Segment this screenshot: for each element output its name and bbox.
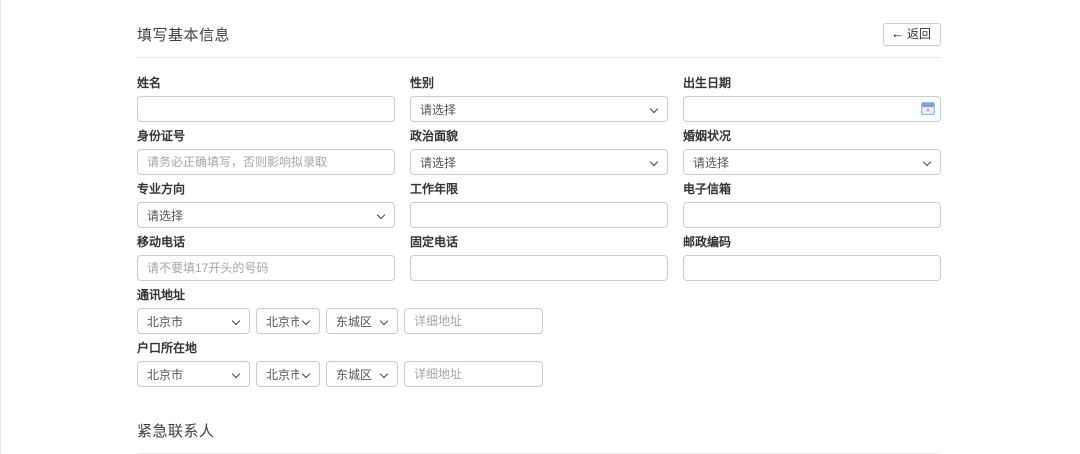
political-status-select[interactable]: 请选择 [410, 149, 668, 175]
postal-code-input[interactable] [683, 255, 941, 281]
chevron-down-icon [923, 158, 931, 166]
id-number-input[interactable] [137, 149, 395, 175]
mailing-detail-input[interactable] [404, 308, 543, 334]
household-city-value: 北京市 [266, 366, 299, 383]
chevron-down-icon [380, 317, 388, 325]
chevron-down-icon [232, 317, 240, 325]
chevron-down-icon [302, 317, 310, 325]
household-district-value: 东城区 [336, 366, 372, 383]
field-postal-code: 邮政编码 [683, 235, 941, 281]
household-detail-input[interactable] [404, 361, 543, 387]
field-mobile: 移动电话 [137, 235, 395, 281]
chevron-down-icon [302, 370, 310, 378]
household-address-label: 户口所在地 [137, 341, 941, 355]
birth-date-input[interactable] [683, 96, 941, 122]
household-province-select[interactable]: 北京市 [137, 361, 250, 387]
field-marital-status: 婚姻状况 请选择 [683, 129, 941, 175]
field-mailing-address: 通讯地址 北京市 北京市 东城区 [137, 288, 941, 334]
back-button[interactable]: ← 返回 [883, 23, 941, 46]
page-title: 填写基本信息 [137, 24, 230, 45]
household-city-select[interactable]: 北京市 [256, 361, 320, 387]
name-label: 姓名 [137, 76, 395, 90]
field-id-number: 身份证号 [137, 129, 395, 175]
basic-info-panel: 填写基本信息 ← 返回 姓名 性别 请选择 出生日期 [137, 0, 941, 454]
field-name: 姓名 [137, 76, 395, 122]
header-divider [137, 57, 941, 58]
birth-date-label: 出生日期 [683, 76, 941, 90]
household-province-value: 北京市 [147, 366, 183, 383]
calendar-icon[interactable] [921, 102, 935, 115]
work-years-input[interactable] [410, 202, 668, 228]
landline-input[interactable] [410, 255, 668, 281]
gender-selected-value: 请选择 [420, 101, 456, 118]
marital-status-label: 婚姻状况 [683, 129, 941, 143]
field-major: 专业方向 请选择 [137, 182, 395, 228]
field-work-years: 工作年限 [410, 182, 668, 228]
field-email: 电子信箱 [683, 182, 941, 228]
chevron-down-icon [232, 370, 240, 378]
major-label: 专业方向 [137, 182, 395, 196]
basic-info-form: 姓名 性别 请选择 出生日期 [137, 76, 941, 281]
email-input[interactable] [683, 202, 941, 228]
mobile-label: 移动电话 [137, 235, 395, 249]
field-gender: 性别 请选择 [410, 76, 668, 122]
chevron-down-icon [377, 211, 385, 219]
field-birth-date: 出生日期 [683, 76, 941, 122]
major-selected-value: 请选择 [147, 207, 183, 224]
mailing-city-select[interactable]: 北京市 [256, 308, 320, 334]
email-label: 电子信箱 [683, 182, 941, 196]
page-header: 填写基本信息 ← 返回 [137, 21, 941, 47]
mailing-province-value: 北京市 [147, 313, 183, 330]
major-select[interactable]: 请选择 [137, 202, 395, 228]
chevron-down-icon [650, 158, 658, 166]
back-arrow-icon: ← [891, 28, 904, 40]
chevron-down-icon [650, 105, 658, 113]
name-input[interactable] [137, 96, 395, 122]
emergency-contact-title: 紧急联系人 [137, 420, 941, 441]
id-number-label: 身份证号 [137, 129, 395, 143]
postal-code-label: 邮政编码 [683, 235, 941, 249]
back-button-label: 返回 [907, 27, 931, 41]
mobile-input[interactable] [137, 255, 395, 281]
political-status-selected-value: 请选择 [420, 154, 456, 171]
mailing-address-label: 通讯地址 [137, 288, 941, 302]
emergency-contact-section: 紧急联系人 [137, 420, 941, 454]
gender-label: 性别 [410, 76, 668, 90]
marital-status-select[interactable]: 请选择 [683, 149, 941, 175]
mailing-district-select[interactable]: 东城区 [326, 308, 398, 334]
landline-label: 固定电话 [410, 235, 668, 249]
gender-select[interactable]: 请选择 [410, 96, 668, 122]
mailing-district-value: 东城区 [336, 313, 372, 330]
mailing-province-select[interactable]: 北京市 [137, 308, 250, 334]
field-landline: 固定电话 [410, 235, 668, 281]
chevron-down-icon [380, 370, 388, 378]
household-district-select[interactable]: 东城区 [326, 361, 398, 387]
work-years-label: 工作年限 [410, 182, 668, 196]
marital-status-selected-value: 请选择 [693, 154, 729, 171]
field-political-status: 政治面貌 请选择 [410, 129, 668, 175]
field-household-address: 户口所在地 北京市 北京市 东城区 [137, 341, 941, 387]
political-status-label: 政治面貌 [410, 129, 668, 143]
mailing-city-value: 北京市 [266, 313, 299, 330]
